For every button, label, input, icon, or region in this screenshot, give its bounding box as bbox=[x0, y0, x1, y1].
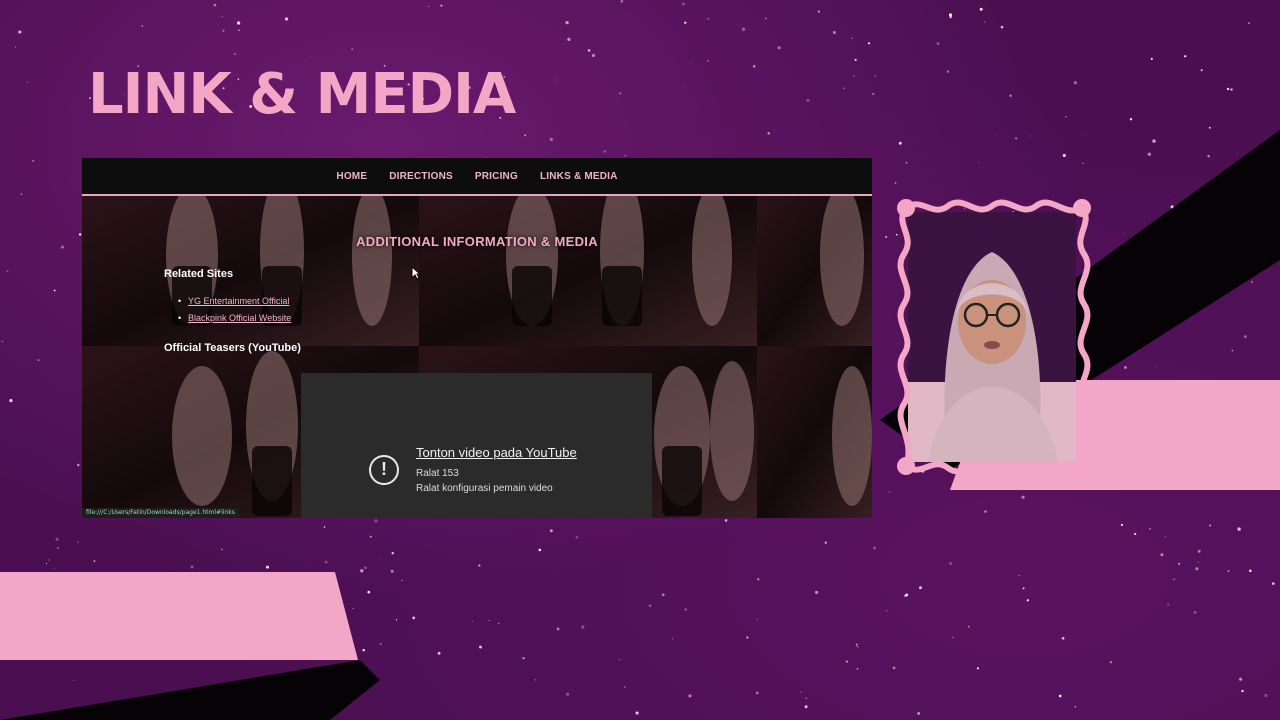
nav-directions[interactable]: DIRECTIONS bbox=[389, 171, 453, 182]
alert-circle-icon: ! bbox=[369, 455, 399, 485]
nav-home[interactable]: HOME bbox=[336, 171, 367, 182]
youtube-embed-error[interactable]: ! Tonton video pada YouTube Ralat 153 Ra… bbox=[301, 373, 652, 518]
blackpink-website-link[interactable]: Blackpink Official Website bbox=[188, 313, 291, 323]
watch-on-youtube-link[interactable]: Tonton video pada YouTube bbox=[416, 445, 577, 460]
section-heading: ADDITIONAL INFORMATION & MEDIA bbox=[356, 234, 598, 249]
wavy-pink-frame bbox=[897, 199, 1091, 475]
browser-screenshot: HOME DIRECTIONS PRICING LINKS & MEDIA AD… bbox=[82, 158, 872, 518]
error-message: Ralat konfigurasi pemain video bbox=[416, 483, 553, 494]
list-item: YG Entertainment Official bbox=[178, 296, 291, 313]
teasers-heading: Official Teasers (YouTube) bbox=[164, 342, 301, 354]
error-code: Ralat 153 bbox=[416, 468, 459, 479]
nav-links-media[interactable]: LINKS & MEDIA bbox=[540, 171, 618, 182]
pink-banner-bottom-left bbox=[0, 572, 358, 660]
site-nav: HOME DIRECTIONS PRICING LINKS & MEDIA bbox=[82, 158, 872, 196]
related-sites-list: YG Entertainment Official Blackpink Offi… bbox=[178, 296, 291, 330]
related-sites-heading: Related Sites bbox=[164, 268, 234, 280]
mouse-cursor-icon bbox=[411, 266, 421, 280]
list-item: Blackpink Official Website bbox=[178, 313, 291, 330]
status-bar-url: file:///C:/Users/Fatin/Downloads/page1.h… bbox=[82, 508, 239, 518]
yg-entertainment-link[interactable]: YG Entertainment Official bbox=[188, 296, 289, 306]
slide-title: LINK & MEDIA bbox=[88, 62, 516, 127]
nav-pricing[interactable]: PRICING bbox=[475, 171, 518, 182]
